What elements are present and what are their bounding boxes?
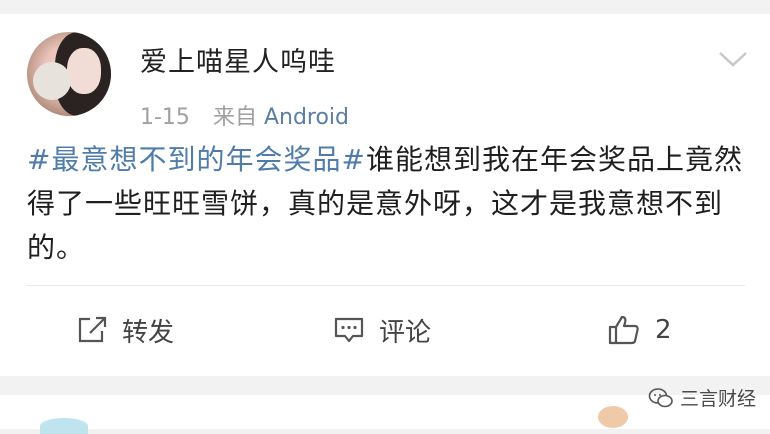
- username[interactable]: 爱上喵星人呜哇: [140, 40, 336, 79]
- next-post-decoration: [40, 418, 88, 434]
- watermark: 三言财经: [648, 384, 756, 411]
- comment-label: 评论: [379, 317, 432, 348]
- post-date: 1-15: [140, 105, 190, 130]
- watermark-text: 三言财经: [680, 388, 757, 410]
- like-button[interactable]: 2: [607, 308, 672, 352]
- divider: [27, 285, 745, 286]
- repost-icon: [78, 316, 107, 343]
- source-app: Android: [263, 105, 350, 130]
- chevron-down-icon[interactable]: [717, 48, 749, 70]
- avatar-face: [67, 48, 101, 94]
- comment-button[interactable]: 评论: [333, 308, 431, 352]
- repost-button[interactable]: 转发: [76, 308, 174, 352]
- like-count: 2: [655, 315, 672, 345]
- hashtag-link[interactable]: #最意想不到的年会奖品#: [27, 143, 366, 176]
- post-content: #最意想不到的年会奖品#谁能想到我在年会奖品上竟然得了一些旺旺雪饼，真的是意外呀…: [27, 138, 747, 270]
- comment-icon: [334, 317, 364, 343]
- next-post-decoration-2: [598, 406, 628, 428]
- avatar-cat: [33, 62, 71, 100]
- wechat-icon: [648, 387, 673, 407]
- avatar[interactable]: [27, 32, 111, 116]
- repost-label: 转发: [122, 317, 175, 348]
- source-label: 来自: [212, 105, 257, 130]
- thumbs-up-icon: [608, 315, 639, 345]
- post-meta: 1-15 来自 Android: [140, 99, 349, 131]
